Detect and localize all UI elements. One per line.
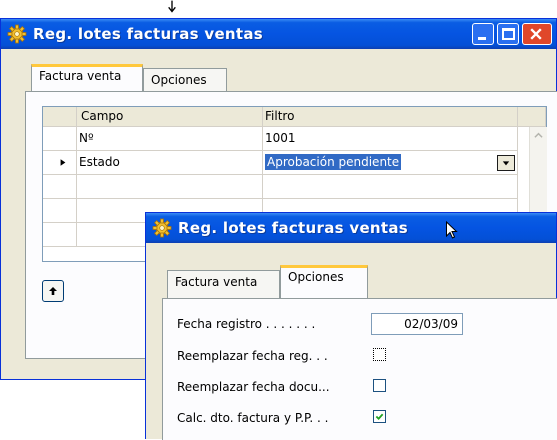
cell-text: Estado	[79, 155, 120, 169]
row-selector[interactable]	[43, 199, 77, 223]
move-up-icon	[49, 287, 57, 295]
tab-label: Opciones	[288, 270, 344, 284]
scroll-up-button[interactable]	[530, 127, 547, 144]
minimize-icon	[478, 37, 486, 40]
calc-dto-label: Calc. dto. factura y P.P. . .	[177, 411, 329, 425]
reemplazar-fecha-docu-checkbox[interactable]	[373, 379, 386, 392]
row-selector[interactable]	[43, 223, 77, 247]
column-header-filtro[interactable]: Filtro	[263, 107, 518, 127]
move-up-button[interactable]	[42, 280, 64, 302]
close-icon	[530, 28, 542, 40]
tab-label: Factura venta	[175, 275, 258, 289]
mouse-pointer-icon	[446, 221, 458, 239]
gear-icon	[7, 24, 27, 44]
gear-icon	[152, 218, 172, 238]
mouse-pointer-icon	[168, 0, 176, 13]
opciones-panel: Fecha registro . . . . . . . 02/03/09 Re…	[162, 298, 557, 440]
main-window-titlebar[interactable]: Reg. lotes facturas ventas	[1, 19, 556, 49]
tab-opciones[interactable]: Opciones	[280, 265, 368, 299]
row-selector[interactable]	[43, 151, 77, 175]
column-header-label: Filtro	[265, 109, 295, 123]
grid-cell-filtro[interactable]: 1001	[263, 127, 518, 151]
scroll-up-icon	[534, 132, 543, 138]
filter-dropdown-button[interactable]	[497, 155, 515, 171]
tab-factura-venta[interactable]: Factura venta	[167, 270, 280, 299]
row-pointer-icon	[60, 159, 66, 166]
main-window-title: Reg. lotes facturas ventas	[33, 25, 264, 43]
grid-corner	[43, 107, 77, 127]
fecha-registro-label: Fecha registro . . . . . . .	[177, 317, 316, 331]
grid-cell-filtro[interactable]	[263, 175, 518, 199]
cell-text-selected: Aprobación pendiente	[265, 154, 402, 170]
tab-opciones[interactable]: Opciones	[143, 68, 227, 92]
column-header-campo[interactable]: Campo	[77, 107, 263, 127]
minimize-button[interactable]	[472, 23, 494, 45]
tab-label: Opciones	[151, 73, 207, 87]
maximize-button[interactable]	[497, 23, 519, 45]
calc-dto-checkbox[interactable]	[373, 410, 386, 423]
options-window-title: Reg. lotes facturas ventas	[178, 219, 409, 237]
close-button[interactable]	[522, 23, 552, 45]
cell-text: 1001	[265, 131, 296, 145]
reemplazar-fecha-reg-label: Reemplazar fecha reg. . .	[177, 349, 328, 363]
column-header-extra	[518, 107, 546, 127]
column-header-label: Campo	[81, 109, 124, 123]
maximize-icon	[502, 28, 515, 40]
row-selector[interactable]	[43, 127, 77, 151]
row-selector[interactable]	[43, 175, 77, 199]
grid-cell-filtro-selected[interactable]: Aprobación pendiente	[263, 151, 518, 175]
checkmark-icon	[375, 413, 384, 421]
grid-cell-campo[interactable]: Nº	[77, 127, 263, 151]
grid-cell-campo[interactable]: Estado	[77, 151, 263, 175]
dropdown-arrow-icon	[502, 161, 510, 166]
cell-text: Nº	[79, 131, 94, 145]
tab-label: Factura venta	[39, 69, 122, 83]
grid-cell-campo[interactable]	[77, 175, 263, 199]
tab-factura-venta[interactable]: Factura venta	[31, 64, 143, 92]
reemplazar-fecha-reg-checkbox[interactable]	[373, 348, 386, 361]
reemplazar-fecha-docu-label: Reemplazar fecha docu...	[177, 380, 330, 394]
options-window: Reg. lotes facturas ventas Factura venta…	[145, 212, 557, 440]
options-window-titlebar[interactable]: Reg. lotes facturas ventas	[146, 213, 556, 243]
fecha-registro-input[interactable]: 02/03/09	[371, 313, 463, 335]
fecha-registro-value: 02/03/09	[404, 317, 458, 331]
